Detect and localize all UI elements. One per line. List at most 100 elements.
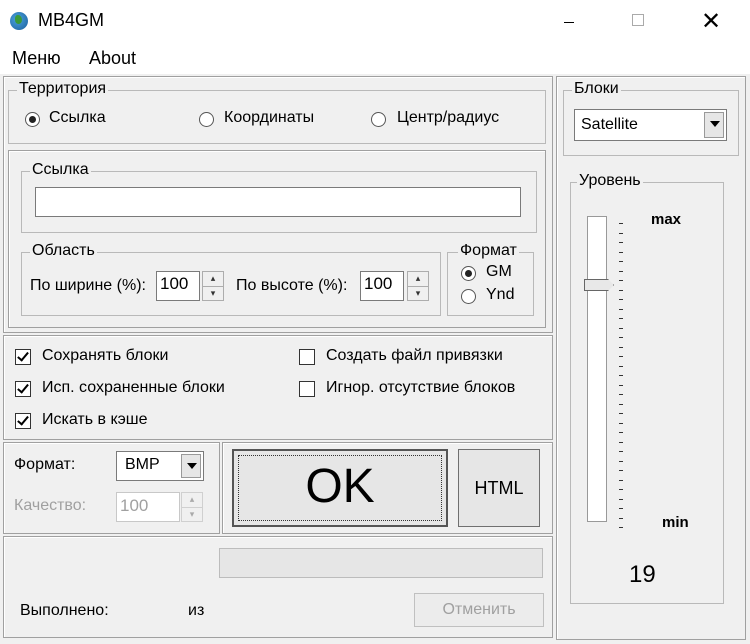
radio-center-radius-label: Центр/радиус [397,109,500,126]
level-slider-thumb[interactable] [584,279,614,291]
slider-tick [619,223,623,224]
level-value: 19 [629,561,656,588]
slider-tick [619,318,623,319]
spin-down-icon[interactable]: ▾ [203,286,223,300]
checkbox-use-saved-blocks-label: Исп. сохраненные блоки [42,379,225,396]
radio-coordinates[interactable] [199,112,214,127]
link-input[interactable] [35,187,521,217]
slider-tick [619,460,623,462]
slider-tick [619,299,623,300]
checkbox-use-saved-blocks[interactable] [15,381,31,397]
level-title: Уровень [577,172,643,190]
output-format-value: BMP [125,456,160,473]
checkbox-search-cache[interactable] [15,413,31,429]
spin-up-icon[interactable]: ▴ [408,272,428,286]
slider-tick [619,441,623,443]
slider-tick [619,413,623,414]
html-button[interactable]: HTML [458,449,540,527]
window-title: MB4GM [38,10,105,30]
blocks-group: Блоки Satellite [563,80,739,156]
menu-bar: Меню About [0,44,750,74]
slider-tick [619,261,623,262]
area-title: Область [30,242,97,260]
slider-tick [619,479,623,481]
checkbox-create-binding-file[interactable] [299,349,315,365]
slider-tick [619,489,623,490]
maximize-button[interactable] [616,0,662,44]
chevron-down-icon[interactable] [704,112,724,138]
checkbox-ignore-missing-blocks-label: Игнор. отсутствие блоков [326,379,516,396]
level-max-label: max [651,211,682,228]
radio-center-radius[interactable] [371,112,386,127]
globe-icon [10,12,28,30]
height-input[interactable]: 100 [360,271,404,301]
slider-tick [619,527,623,528]
slider-tick [619,394,623,395]
slider-tick [619,251,623,253]
slider-tick [619,270,623,272]
radio-coordinates-label: Координаты [224,109,315,126]
slider-tick [619,242,623,243]
area-group: Область По ширине (%): 100 ▴ ▾ По высоте… [21,242,441,316]
chevron-down-icon[interactable] [181,454,201,478]
slider-tick [619,498,623,500]
cancel-button-label: Отменить [442,601,516,618]
minimize-button[interactable] [546,0,592,44]
slider-tick [619,384,623,386]
cancel-button[interactable]: Отменить [414,593,544,627]
spin-up-icon[interactable]: ▴ [203,272,223,286]
slider-tick [619,289,623,291]
slider-tick [619,356,623,357]
level-min-label: min [662,514,689,531]
radio-link-label: Ссылка [49,109,106,126]
slider-tick [619,432,623,433]
checkbox-save-blocks[interactable] [15,349,31,365]
radio-ynd[interactable] [461,289,476,304]
of-label: из [188,602,205,619]
territory-title: Территория [17,80,109,98]
width-spinner[interactable]: ▴ ▾ [202,271,224,301]
width-input[interactable]: 100 [156,271,200,301]
quality-input[interactable]: 100 [116,492,180,522]
html-button-label: HTML [474,478,524,498]
slider-tick [619,337,623,338]
checkbox-ignore-missing-blocks[interactable] [299,381,315,397]
done-label: Выполнено: [20,602,109,619]
slider-tick [619,308,623,310]
blocks-select-value: Satellite [581,116,638,133]
quality-label: Качество: [14,497,87,514]
close-button[interactable]: ✕ [688,0,734,44]
output-format-select[interactable]: BMP [116,451,204,481]
menu-item-about[interactable]: About [89,48,136,69]
slider-tick [619,375,623,376]
radio-link[interactable] [25,112,40,127]
quality-spinner[interactable]: ▴ ▾ [181,492,203,522]
ok-button[interactable]: OK [232,449,448,527]
width-label: По ширине (%): [30,277,146,294]
slider-tick [619,517,623,519]
spin-up-icon[interactable]: ▴ [182,493,202,507]
output-format-label: Формат: [14,456,76,473]
level-slider-track[interactable] [587,216,607,522]
slider-tick [619,451,623,452]
menu-item-menu[interactable]: Меню [12,48,61,69]
blocks-select[interactable]: Satellite [574,109,727,141]
link-group: Ссылка [21,161,537,233]
slider-tick [619,470,623,471]
spin-down-icon[interactable]: ▾ [408,286,428,300]
map-format-title: Формат [458,242,519,260]
slider-tick [619,232,623,234]
slider-tick [619,346,623,348]
level-group: Уровень max min 19 [570,172,724,604]
territory-group: Территория Ссылка Координаты Центр/радиу… [8,80,546,144]
slider-tick [619,365,623,367]
slider-tick [619,422,623,424]
height-label: По высоте (%): [236,277,348,294]
ok-button-label: OK [305,460,375,513]
height-spinner[interactable]: ▴ ▾ [407,271,429,301]
slider-tick [619,403,623,405]
spin-down-icon[interactable]: ▾ [182,507,202,521]
radio-gm[interactable] [461,266,476,281]
radio-gm-label: GM [486,263,512,280]
blocks-title: Блоки [572,80,621,98]
